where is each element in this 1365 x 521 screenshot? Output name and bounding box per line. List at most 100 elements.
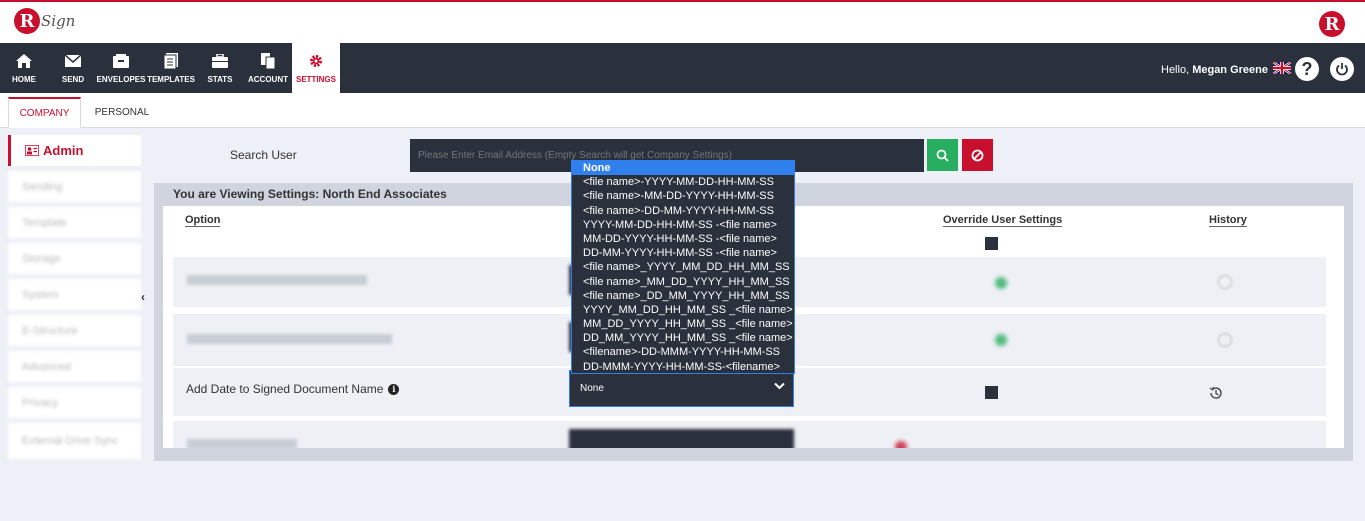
add-date-label: Add Date to Signed Document Name i (186, 382, 400, 396)
history-icon[interactable] (1208, 385, 1224, 406)
dropdown-option[interactable]: DD_MM_YYYY_HH_MM_SS _<file name> (572, 331, 794, 345)
copy-icon (261, 52, 275, 70)
dropdown-option[interactable]: DD-MM-YYYY-HH-MM-SS -<file name> (572, 246, 794, 260)
row-label-blurred (187, 275, 367, 285)
nav-stats-label: STATS (207, 75, 233, 84)
dropdown-option[interactable]: YYYY-MM-DD-HH-MM-SS -<file name> (572, 218, 794, 232)
dropdown-option[interactable]: MM_DD_YYYY_HH_MM_SS _<file name> (572, 317, 794, 331)
nav-envelopes-label: ENVELOPES (96, 75, 146, 84)
sidebar-item-system[interactable]: System (8, 279, 141, 310)
panel-title: You are Viewing Settings: North End Asso… (173, 187, 447, 201)
uk-flag-icon[interactable] (1273, 62, 1291, 74)
search-icon (936, 149, 949, 162)
logo-letter-right: R (1319, 11, 1345, 37)
sidebar-item-e-structure[interactable]: E-Structure (8, 315, 141, 346)
dropdown-option[interactable]: DD-MMM-YYYY-HH-MM-SS-<filename> (572, 360, 794, 374)
override-toggle[interactable] (995, 334, 1007, 346)
nav-send[interactable]: SEND (50, 43, 96, 93)
search-user-label: Search User (230, 148, 297, 162)
home-icon (16, 52, 32, 70)
search-button[interactable] (927, 139, 958, 171)
settings-sidebar: Admin Sending Template Storage System E-… (8, 135, 141, 461)
nav-account-label: ACCOUNT (248, 75, 288, 84)
nav-templates-label: TEMPLATES (147, 75, 195, 84)
history-icon[interactable] (1218, 333, 1232, 347)
sidebar-item-template[interactable]: Template (8, 207, 141, 238)
tab-company[interactable]: COMPANY (8, 97, 81, 128)
document-icon (164, 52, 178, 70)
dropdown-option[interactable]: <file name>_DD_MM_YYYY_HH_MM_SS (572, 289, 794, 303)
override-checkbox[interactable] (985, 386, 998, 399)
sidebar-item-label: E-Structure (22, 324, 78, 337)
nav-account[interactable]: ACCOUNT (245, 43, 291, 93)
dropdown-option[interactable]: YYYY_MM_DD_HH_MM_SS _<file name> (572, 303, 794, 317)
dropdown-option[interactable]: <file name>-MM-DD-YYYY-HH-MM-SS (572, 189, 794, 203)
nav-home[interactable]: HOME (0, 43, 48, 93)
sidebar-item-storage[interactable]: Storage (8, 243, 141, 274)
sidebar-collapse-icon[interactable]: ‹ (141, 290, 145, 304)
dropdown-option[interactable]: <filename>-DD-MMM-YYYY-HH-MM-SS (572, 345, 794, 359)
dropdown-option[interactable]: MM-DD-YYYY-HH-MM-SS -<file name> (572, 232, 794, 246)
dropdown-option[interactable]: <file name>-DD-MM-YYYY-HH-MM-SS (572, 204, 794, 218)
sidebar-item-label: System (22, 288, 59, 301)
row-select-blurred[interactable] (569, 429, 794, 448)
history-icon[interactable] (1218, 275, 1232, 289)
ban-icon (971, 149, 984, 161)
dropdown-option[interactable]: <file name>_YYYY_MM_DD_HH_MM_SS (572, 260, 794, 274)
chevron-down-icon (774, 382, 785, 393)
envelope-icon (65, 52, 81, 70)
nav-templates[interactable]: TEMPLATES (147, 43, 195, 93)
sidebar-item-label: Storage (22, 252, 61, 265)
gear-icon (309, 52, 323, 70)
column-header-override: Override User Settings (943, 214, 1063, 227)
sidebar-item-admin[interactable]: Admin (8, 135, 141, 166)
row-label-blurred (187, 334, 392, 344)
override-toggle[interactable] (995, 277, 1007, 289)
sidebar-item-label: Sending (22, 180, 63, 193)
sidebar-item-label: Privacy (22, 396, 59, 409)
greeting-hello: Hello, (1161, 64, 1190, 76)
logo-letter: R (14, 8, 40, 34)
column-header-history: History (1209, 214, 1247, 227)
nav-settings[interactable]: SETTINGS (292, 43, 340, 93)
sidebar-item-sending[interactable]: Sending (8, 171, 141, 202)
settings-tabs: COMPANY PERSONAL (0, 93, 1365, 128)
logo-word: Sign (41, 12, 76, 30)
admin-icon (25, 145, 39, 156)
rpost-logo: R (1319, 11, 1345, 37)
nav-send-label: SEND (61, 75, 85, 84)
override-toggle[interactable] (895, 441, 907, 448)
add-date-label-text: Add Date to Signed Document Name (186, 382, 384, 396)
briefcase-icon (212, 52, 228, 70)
top-bar: R Sign R (0, 0, 1365, 43)
date-format-select[interactable]: None (569, 370, 794, 407)
tab-personal[interactable]: PERSONAL (84, 97, 160, 128)
clear-search-button[interactable] (962, 139, 993, 171)
greeting: Hello, Megan Greene (1161, 64, 1268, 76)
power-icon[interactable] (1330, 57, 1354, 81)
nav-envelopes[interactable]: ENVELOPES (97, 43, 145, 93)
dropdown-option[interactable]: <file name>_MM_DD_YYYY_HH_MM_SS (572, 275, 794, 289)
override-checkbox-header[interactable] (985, 237, 998, 250)
nav-home-label: HOME (12, 75, 36, 84)
sidebar-item-label: External Drive Sync (22, 435, 119, 447)
dropdown-option[interactable]: None (572, 161, 794, 176)
sidebar-item-external-drive[interactable]: External Drive Sync (8, 423, 141, 459)
sidebar-item-privacy[interactable]: Privacy (8, 387, 141, 418)
inbox-icon (113, 52, 129, 70)
row-label-blurred (187, 439, 297, 448)
user-name: Megan Greene (1192, 64, 1268, 76)
table-row (173, 421, 1326, 448)
nav-settings-label: SETTINGS (295, 75, 336, 84)
dropdown-option[interactable]: <file name>-YYYY-MM-DD-HH-MM-SS (572, 175, 794, 189)
column-header-option: Option (185, 214, 221, 227)
rsign-logo[interactable]: R Sign (14, 8, 75, 34)
help-icon[interactable]: ? (1295, 57, 1319, 81)
date-format-dropdown[interactable]: None <file name>-YYYY-MM-DD-HH-MM-SS <fi… (571, 160, 795, 374)
sidebar-item-advanced[interactable]: Advanced (8, 351, 141, 382)
info-icon[interactable]: i (388, 383, 400, 395)
sidebar-item-label: Admin (43, 143, 84, 158)
sidebar-item-label: Template (22, 216, 67, 229)
nav-stats[interactable]: STATS (200, 43, 240, 93)
main-navbar: HOME SEND ENVELOPES TEMPLATES STATS ACCO… (0, 43, 1365, 93)
